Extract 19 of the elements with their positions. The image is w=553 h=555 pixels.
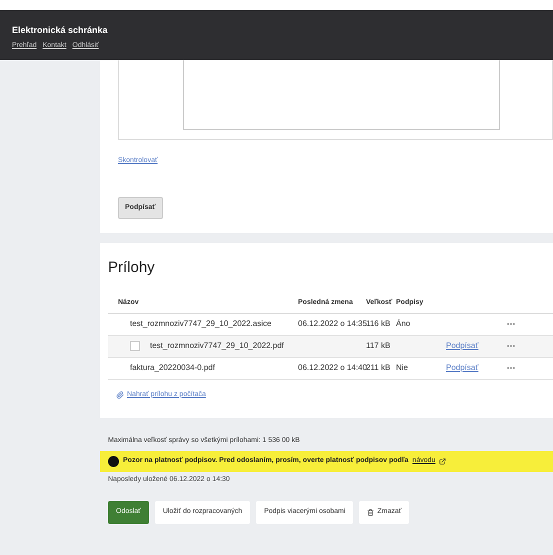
signature-status: Áno [396, 319, 410, 328]
section-title: Prílohy [108, 258, 156, 278]
modified-date: 06.12.2022 o 14:35 [298, 319, 367, 328]
external-link-icon [439, 458, 446, 464]
modified-date: 06.12.2022 o 14:40 [298, 363, 367, 372]
sign-link[interactable]: Podpísať [446, 363, 478, 372]
signature-status: Nie [396, 363, 408, 372]
file-name: faktura_20220034-0.pdf [130, 362, 215, 374]
warning-icon [108, 456, 119, 466]
row-checkbox[interactable] [130, 341, 140, 351]
file-size: 116 kB [366, 319, 390, 328]
file-size: 117 kB [366, 341, 390, 350]
file-size: 211 kB [366, 363, 390, 372]
file-name: test_rozmnoziv7747_29_10_2022.pdf [150, 340, 284, 352]
sign-link[interactable]: Podpísať [446, 341, 478, 350]
paperclip-icon [116, 390, 124, 399]
trash-icon [367, 508, 374, 516]
app-title: Elektronická schránka [12, 24, 109, 37]
file-name: test_rozmnoziv7747_29_10_2022.asice [130, 318, 272, 330]
